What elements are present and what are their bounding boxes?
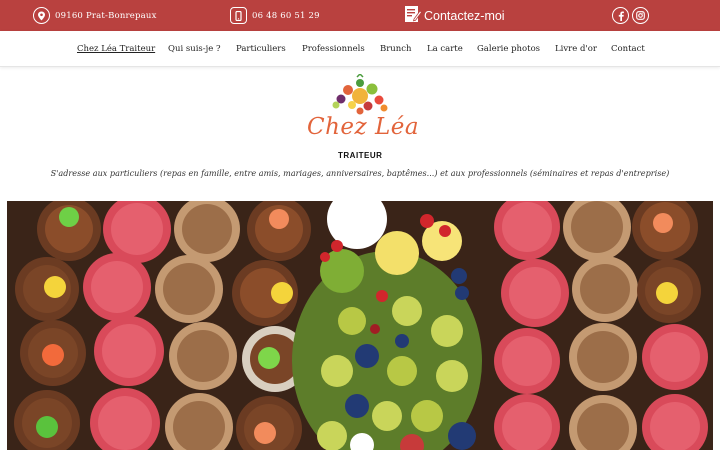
nav-item-particuliers[interactable]: Particuliers bbox=[236, 44, 286, 54]
address-text: 09160 Prat-Bonrepaux bbox=[55, 10, 157, 21]
instagram-link[interactable] bbox=[632, 0, 649, 31]
nav-item-galerie[interactable]: Galerie photos bbox=[477, 44, 540, 54]
contact-button[interactable]: Contactez-moi bbox=[404, 0, 505, 31]
nav-item-professionnels[interactable]: Professionnels bbox=[302, 44, 365, 54]
contact-label: Contactez-moi bbox=[424, 8, 505, 23]
phone-icon bbox=[230, 7, 247, 24]
nav-item-la-carte[interactable]: La carte bbox=[427, 44, 463, 54]
nav-item-about[interactable]: Qui suis-je ? bbox=[168, 44, 221, 54]
instagram-icon bbox=[632, 7, 649, 24]
nav-item-brunch[interactable]: Brunch bbox=[380, 44, 412, 54]
facebook-icon bbox=[612, 7, 629, 24]
nav-item-livre-dor[interactable]: Livre d'or bbox=[555, 44, 597, 54]
logo-script-text: Chez Léa bbox=[307, 114, 420, 140]
contact-form-icon bbox=[404, 5, 423, 27]
nav-item-home[interactable]: Chez Léa Traiteur bbox=[77, 44, 155, 54]
facebook-link[interactable] bbox=[612, 0, 629, 31]
logo-subtitle: TRAITEUR bbox=[338, 151, 383, 160]
nav-item-contact[interactable]: Contact bbox=[611, 44, 645, 54]
address-item[interactable]: 09160 Prat-Bonrepaux bbox=[33, 0, 157, 31]
hero-photo bbox=[7, 201, 713, 450]
phone-item[interactable]: 06 48 60 51 29 bbox=[230, 0, 320, 31]
phone-text: 06 48 60 51 29 bbox=[252, 10, 320, 21]
tagline: S'adresse aux particuliers (repas en fam… bbox=[50, 168, 670, 178]
top-bar: 09160 Prat-Bonrepaux 06 48 60 51 29 Cont… bbox=[0, 0, 720, 31]
main-nav: Chez Léa Traiteur Qui suis-je ? Particul… bbox=[0, 31, 720, 67]
map-pin-icon bbox=[33, 7, 50, 24]
